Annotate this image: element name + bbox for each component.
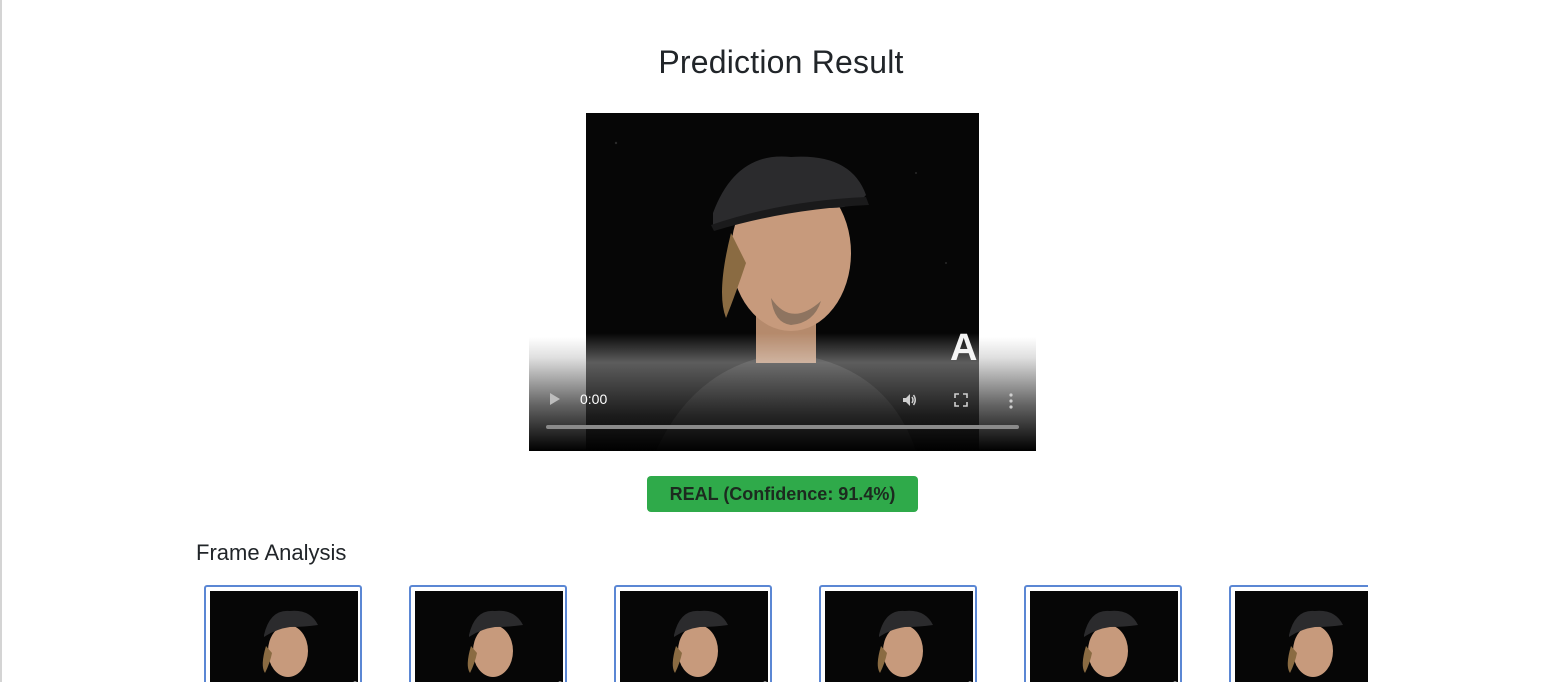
video-controls: 0:00 bbox=[529, 385, 1036, 451]
video-time: 0:00 bbox=[580, 391, 608, 407]
frame-thumbnail: A bbox=[210, 591, 358, 682]
frame-analysis-list: A A A bbox=[204, 585, 1368, 682]
frame-card[interactable]: A bbox=[204, 585, 362, 682]
frame-watermark: A bbox=[760, 678, 768, 682]
prediction-page: Prediction Result A 0:00 bbox=[0, 0, 1562, 682]
frame-card[interactable]: A bbox=[1024, 585, 1182, 682]
frame-watermark: A bbox=[555, 678, 563, 682]
frame-card[interactable]: A bbox=[614, 585, 772, 682]
page-title: Prediction Result bbox=[658, 44, 904, 80]
frame-card[interactable]: A bbox=[1229, 585, 1368, 682]
frame-thumbnail: A bbox=[620, 591, 768, 682]
fullscreen-icon[interactable] bbox=[953, 392, 969, 408]
frame-watermark: A bbox=[1170, 678, 1178, 682]
frame-thumbnail: A bbox=[1030, 591, 1178, 682]
more-options-icon[interactable] bbox=[1007, 392, 1015, 410]
frame-thumbnail: A bbox=[1235, 591, 1368, 682]
frame-analysis-title: Frame Analysis bbox=[196, 540, 347, 565]
frame-card[interactable]: A bbox=[819, 585, 977, 682]
video-progress-bar[interactable] bbox=[546, 425, 1019, 429]
frame-watermark: A bbox=[350, 678, 358, 682]
play-icon[interactable] bbox=[550, 393, 560, 405]
left-border bbox=[0, 0, 2, 682]
frame-thumbnail: A bbox=[415, 591, 563, 682]
frame-card[interactable]: A bbox=[409, 585, 567, 682]
volume-icon[interactable] bbox=[901, 392, 917, 408]
video-player[interactable]: A 0:00 bbox=[529, 113, 1036, 451]
frame-thumbnail: A bbox=[825, 591, 973, 682]
verdict-badge: REAL (Confidence: 91.4%) bbox=[647, 476, 918, 512]
frame-watermark: A bbox=[965, 678, 973, 682]
